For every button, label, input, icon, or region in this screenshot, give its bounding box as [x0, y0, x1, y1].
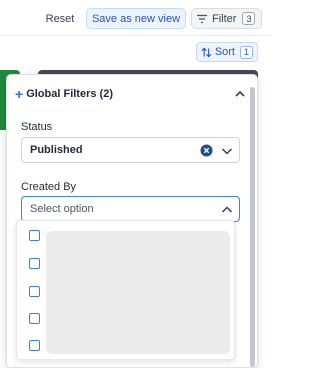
panel-scrollbar[interactable]: [250, 87, 255, 367]
option-checkbox[interactable]: [29, 286, 40, 297]
save-as-new-view-button[interactable]: Save as new view: [86, 8, 186, 29]
filter-lines-icon: [197, 14, 207, 23]
chevron-up-icon[interactable]: [221, 205, 233, 215]
option-checkbox[interactable]: [29, 313, 40, 324]
chevron-up-icon[interactable]: [233, 87, 247, 101]
filter-count-badge: 3: [242, 12, 256, 25]
status-select[interactable]: Published: [21, 137, 240, 163]
option-checkbox[interactable]: [29, 230, 40, 241]
global-filters-header[interactable]: + Global Filters (2): [15, 85, 247, 103]
option-checkbox[interactable]: [29, 258, 40, 269]
filter-button[interactable]: Filter 3: [191, 8, 262, 29]
status-label: Status: [21, 121, 53, 133]
plus-icon: +: [15, 86, 24, 102]
sort-count-badge: 1: [240, 45, 253, 59]
sort-label: Sort: [214, 46, 235, 58]
chevron-down-icon[interactable]: [221, 146, 233, 156]
global-filters-title: Global Filters (2): [26, 88, 113, 100]
option-checkbox[interactable]: [29, 340, 40, 351]
filter-label: Filter: [212, 12, 237, 25]
options-loading-skeleton: [46, 231, 230, 354]
reset-button[interactable]: Reset: [40, 9, 80, 29]
sort-row: Sort 1: [0, 36, 272, 70]
view-toolbar: Reset Save as new view Filter 3: [0, 0, 272, 36]
status-selected-value: Published: [30, 144, 83, 156]
sort-arrows-icon: [201, 47, 212, 57]
created-by-select[interactable]: Select option: [21, 196, 240, 222]
sort-button[interactable]: Sort 1: [196, 42, 258, 62]
clear-selection-icon[interactable]: [200, 144, 213, 157]
created-by-placeholder: Select option: [30, 203, 94, 215]
created-by-label: Created By: [21, 181, 77, 193]
